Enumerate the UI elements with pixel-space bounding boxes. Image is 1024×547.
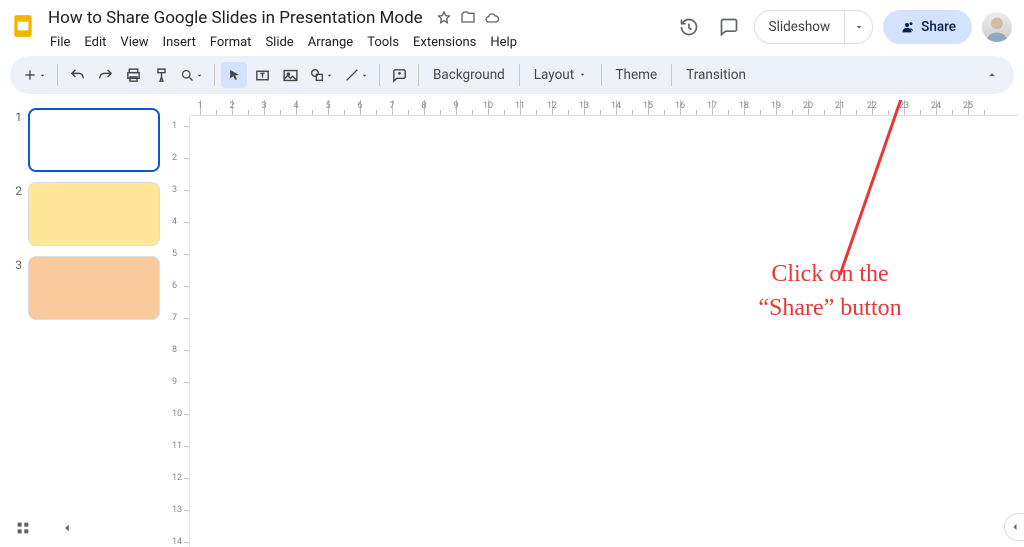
menu-extensions[interactable]: Extensions xyxy=(407,32,482,53)
new-slide-button[interactable] xyxy=(18,62,51,88)
slide-thumbnail[interactable]: 3 xyxy=(10,256,160,320)
menu-slide[interactable]: Slide xyxy=(259,32,299,53)
undo-button[interactable] xyxy=(64,62,90,88)
toolbar: Background Layout Theme Transition xyxy=(10,56,1014,94)
textbox-tool[interactable] xyxy=(249,62,275,88)
menu-bar: FileEditViewInsertFormatSlideArrangeTool… xyxy=(44,32,523,53)
history-icon[interactable] xyxy=(674,12,704,42)
horizontal-ruler: 1234567891011121314151617181920212223242… xyxy=(190,100,1018,116)
slideshow-dropdown[interactable] xyxy=(844,11,872,43)
menu-format[interactable]: Format xyxy=(204,32,258,53)
vertical-ruler: 1234567891011121314 xyxy=(170,116,190,547)
share-people-icon xyxy=(899,19,915,35)
paint-format-button[interactable] xyxy=(148,62,174,88)
slide-canvas[interactable] xyxy=(190,116,1018,547)
theme-button[interactable]: Theme xyxy=(608,63,666,87)
slideshow-group: Slideshow xyxy=(754,10,874,44)
image-tool[interactable] xyxy=(277,62,303,88)
filmstrip: 1 2 3 xyxy=(0,100,170,547)
layout-button[interactable]: Layout xyxy=(526,63,595,87)
line-tool[interactable] xyxy=(340,62,373,88)
menu-arrange[interactable]: Arrange xyxy=(302,32,359,53)
toolbar-container: Background Layout Theme Transition xyxy=(0,54,1024,100)
prev-slide-icon[interactable] xyxy=(54,515,80,541)
editor-body: 1 2 3 123456789101112131415161718192021222… xyxy=(0,100,1024,547)
app-header: How to Share Google Slides in Presentati… xyxy=(0,0,1024,54)
menu-insert[interactable]: Insert xyxy=(157,32,202,53)
grid-view-icon[interactable] xyxy=(10,515,36,541)
slideshow-button[interactable]: Slideshow xyxy=(755,11,845,43)
expand-sidebar-icon[interactable] xyxy=(1004,513,1024,541)
menu-view[interactable]: View xyxy=(114,32,154,53)
transition-button[interactable]: Transition xyxy=(678,63,754,87)
slide-number: 1 xyxy=(10,108,22,172)
document-title[interactable]: How to Share Google Slides in Presentati… xyxy=(44,6,427,30)
thumbnail[interactable] xyxy=(28,182,160,246)
slide-thumbnail[interactable]: 1 xyxy=(10,108,160,172)
menu-file[interactable]: File xyxy=(44,32,76,53)
account-avatar[interactable] xyxy=(982,12,1012,42)
menu-help[interactable]: Help xyxy=(484,32,523,53)
shape-tool[interactable] xyxy=(305,62,338,88)
background-button[interactable]: Background xyxy=(425,63,513,87)
comments-icon[interactable] xyxy=(714,12,744,42)
share-label: Share xyxy=(921,19,956,35)
share-button[interactable]: Share xyxy=(883,10,972,44)
cloud-status-icon[interactable] xyxy=(483,9,501,27)
menu-tools[interactable]: Tools xyxy=(361,32,405,53)
slide-thumbnail[interactable]: 2 xyxy=(10,182,160,246)
collapse-toolbar-icon[interactable] xyxy=(980,63,1004,87)
move-icon[interactable] xyxy=(459,9,477,27)
comment-tool[interactable] xyxy=(386,62,412,88)
canvas-area: 1234567891011121314151617181920212223242… xyxy=(170,100,1024,547)
slide-number: 3 xyxy=(10,256,22,320)
star-icon[interactable] xyxy=(435,9,453,27)
footer-controls xyxy=(10,515,80,541)
thumbnail[interactable] xyxy=(28,108,160,172)
select-tool[interactable] xyxy=(221,62,247,88)
slide-number: 2 xyxy=(10,182,22,246)
zoom-button[interactable] xyxy=(176,62,208,88)
menu-edit[interactable]: Edit xyxy=(78,32,112,53)
thumbnail[interactable] xyxy=(28,256,160,320)
slides-logo[interactable] xyxy=(10,10,36,42)
print-button[interactable] xyxy=(120,62,146,88)
redo-button[interactable] xyxy=(92,62,118,88)
